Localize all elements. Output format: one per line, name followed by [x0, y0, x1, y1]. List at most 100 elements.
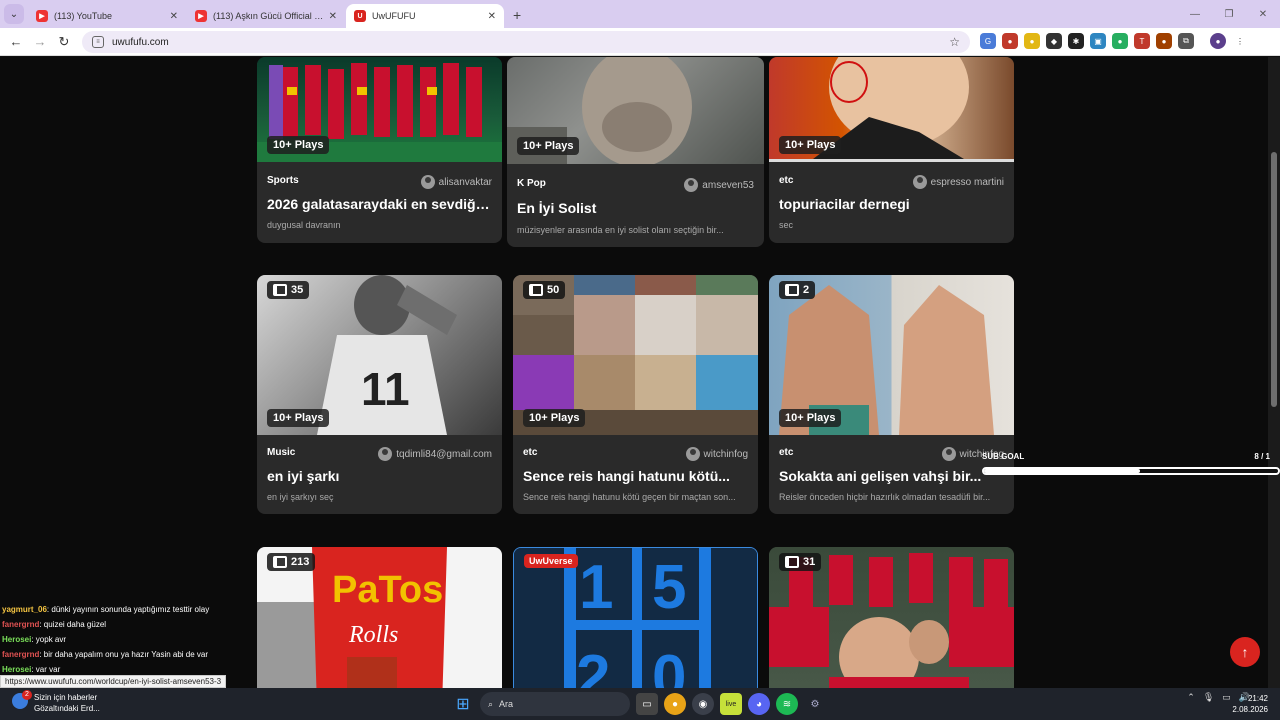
- forward-icon[interactable]: →: [28, 34, 52, 49]
- item-count-badge: 35: [267, 281, 310, 299]
- translate-extension-icon[interactable]: G: [980, 33, 996, 49]
- tab-uwufufu[interactable]: U UwUFUFU ✕: [346, 4, 504, 28]
- obs-icon[interactable]: ◉: [692, 693, 714, 715]
- user-icon: [941, 447, 956, 461]
- reload-icon[interactable]: ↻: [52, 34, 76, 50]
- taskbar-search[interactable]: ⌕ Ara: [480, 692, 630, 716]
- item-count: 31: [803, 556, 816, 568]
- author-name: amseven53: [702, 179, 754, 191]
- quiz-card[interactable]: 10+ Plays etc espresso martini topuriaci…: [769, 57, 1014, 243]
- news-title: Sizin için haberler: [34, 693, 98, 702]
- plays-badge: 10+ Plays: [267, 409, 330, 427]
- close-icon[interactable]: ✕: [170, 11, 178, 22]
- card-title[interactable]: en iyi şarkı: [267, 468, 492, 484]
- card-author[interactable]: witchinfog: [685, 447, 748, 461]
- card-description: müzisyenler arasında en iyi solist olanı…: [517, 225, 724, 235]
- extension-icon[interactable]: ●: [1024, 33, 1040, 49]
- card-category: etc: [779, 447, 794, 458]
- windows-start-icon[interactable]: ⊞: [452, 693, 474, 715]
- tab-askin-gucu[interactable]: ▶ (113) Aşkın Gücü Official - YouT ✕: [187, 4, 345, 28]
- scroll-to-top-button[interactable]: ↑: [1230, 637, 1260, 667]
- card-title[interactable]: topuriacilar dernegi: [779, 196, 1004, 212]
- card-meta: etc witchinfog: [779, 447, 1004, 461]
- quiz-card[interactable]: 10+ Plays K Pop amseven53 En İyi Solist …: [507, 57, 764, 247]
- card-thumbnail: 2 10+ Plays: [769, 275, 1014, 435]
- extension-icon[interactable]: ●: [1112, 33, 1128, 49]
- discord-icon[interactable]: ◕: [748, 693, 770, 715]
- chat-message: fanergrnd: quizei daha güzel: [2, 617, 242, 632]
- svg-text:11: 11: [361, 363, 410, 415]
- card-title[interactable]: 2026 galatasaraydaki en sevdiğin...: [267, 196, 492, 212]
- card-author[interactable]: tqdimli84@gmail.com: [378, 447, 492, 461]
- extension-icon[interactable]: ●: [1156, 33, 1172, 49]
- extension-icon[interactable]: ✱: [1068, 33, 1084, 49]
- live-app-icon[interactable]: live: [720, 693, 742, 715]
- system-clock[interactable]: 21:42 2.08.2026: [1232, 693, 1268, 715]
- url-text: uwufufu.com: [112, 36, 169, 48]
- chat-username: Herosei: [2, 665, 32, 674]
- cards-icon: [785, 556, 799, 568]
- card-meta: etc witchinfog: [523, 447, 748, 461]
- card-author[interactable]: alisanvaktar: [420, 175, 492, 189]
- chrome-icon[interactable]: ●: [664, 693, 686, 715]
- card-title[interactable]: Sence reis hangi hatunu kötü...: [523, 468, 748, 484]
- svg-text:PaTos: PaTos: [332, 569, 443, 611]
- news-widget[interactable]: 2 Sizin için haberler Gözaltındaki Erd..…: [12, 690, 100, 714]
- card-description: sec: [779, 220, 794, 230]
- quiz-card[interactable]: 50 10+ Plays etc witchinfog Sence reis h…: [513, 275, 758, 514]
- uwuverse-badge: UwUverse: [524, 554, 578, 568]
- cards-icon: [785, 284, 799, 296]
- site-info-icon[interactable]: ≡: [92, 36, 104, 48]
- extension-icon[interactable]: ◆: [1046, 33, 1062, 49]
- quiz-card[interactable]: 1 5 2 0 UwUverse: [513, 547, 758, 688]
- menu-dots-icon[interactable]: ⋮: [1232, 33, 1248, 49]
- tab-search-button[interactable]: ⌄: [4, 4, 24, 24]
- card-description: en iyi şarkıyı seç: [267, 492, 334, 502]
- item-count: 2: [803, 284, 810, 296]
- card-title[interactable]: Sokakta ani gelişen vahşi bir...: [779, 468, 1004, 484]
- address-bar[interactable]: ≡ uwufufu.com ☆: [82, 31, 970, 53]
- close-icon[interactable]: ✕: [488, 11, 496, 22]
- new-tab-button[interactable]: +: [513, 7, 521, 23]
- user-icon: [684, 178, 699, 192]
- card-category: Sports: [267, 175, 299, 186]
- profile-avatar[interactable]: ●: [1210, 33, 1226, 49]
- plays-badge: 10+ Plays: [779, 409, 842, 427]
- minimize-icon[interactable]: —: [1178, 0, 1212, 28]
- card-thumbnail: 50 10+ Plays: [513, 275, 758, 435]
- card-meta: Music tqdimli84@gmail.com: [267, 447, 492, 461]
- close-icon[interactable]: ✕: [329, 11, 337, 22]
- quiz-card[interactable]: 31: [769, 547, 1014, 688]
- close-window-icon[interactable]: ✕: [1246, 0, 1280, 28]
- back-icon[interactable]: ←: [4, 34, 28, 49]
- card-title[interactable]: En İyi Solist: [517, 200, 754, 216]
- extension-icon[interactable]: T: [1134, 33, 1150, 49]
- restore-icon[interactable]: ❐: [1212, 0, 1246, 28]
- tab-youtube[interactable]: ▶ (113) YouTube ✕: [28, 4, 186, 28]
- plays-badge: 10+ Plays: [267, 136, 330, 154]
- quiz-card[interactable]: PaTos Rolls 213: [257, 547, 502, 688]
- page-scrollbar[interactable]: [1268, 57, 1280, 688]
- extension-icon[interactable]: ▣: [1090, 33, 1106, 49]
- quiz-card[interactable]: 10+ Plays Sports alisanvaktar 2026 galat…: [257, 57, 502, 243]
- quiz-card[interactable]: 11 35 10+ Plays Music tqdimli84@gmail.co…: [257, 275, 502, 514]
- task-view-icon[interactable]: ▭: [636, 693, 658, 715]
- card-category: etc: [779, 175, 794, 186]
- card-thumbnail: 11 35 10+ Plays: [257, 275, 502, 435]
- puzzle-icon[interactable]: ⧉: [1178, 33, 1194, 49]
- page-content: 10+ Plays Sports alisanvaktar 2026 galat…: [0, 57, 1280, 688]
- quiz-card[interactable]: 2 10+ Plays etc witchinfog Sokakta ani g…: [769, 275, 1014, 514]
- card-author[interactable]: amseven53: [684, 178, 754, 192]
- scrollbar-thumb[interactable]: [1271, 152, 1277, 407]
- display-icon[interactable]: ▭: [1222, 692, 1231, 703]
- microphone-icon[interactable]: 🎙: [1203, 692, 1214, 703]
- settings-icon[interactable]: ⚙: [804, 693, 826, 715]
- bookmark-star-icon[interactable]: ☆: [949, 35, 960, 49]
- plays-badge: 10+ Plays: [779, 136, 842, 154]
- card-author[interactable]: espresso martini: [912, 175, 1004, 189]
- extension-icon[interactable]: ●: [1002, 33, 1018, 49]
- spotify-icon[interactable]: ≋: [776, 693, 798, 715]
- chevron-up-icon[interactable]: ⌃: [1187, 692, 1195, 703]
- clock-date: 2.08.2026: [1232, 705, 1268, 714]
- item-count: 213: [291, 556, 310, 568]
